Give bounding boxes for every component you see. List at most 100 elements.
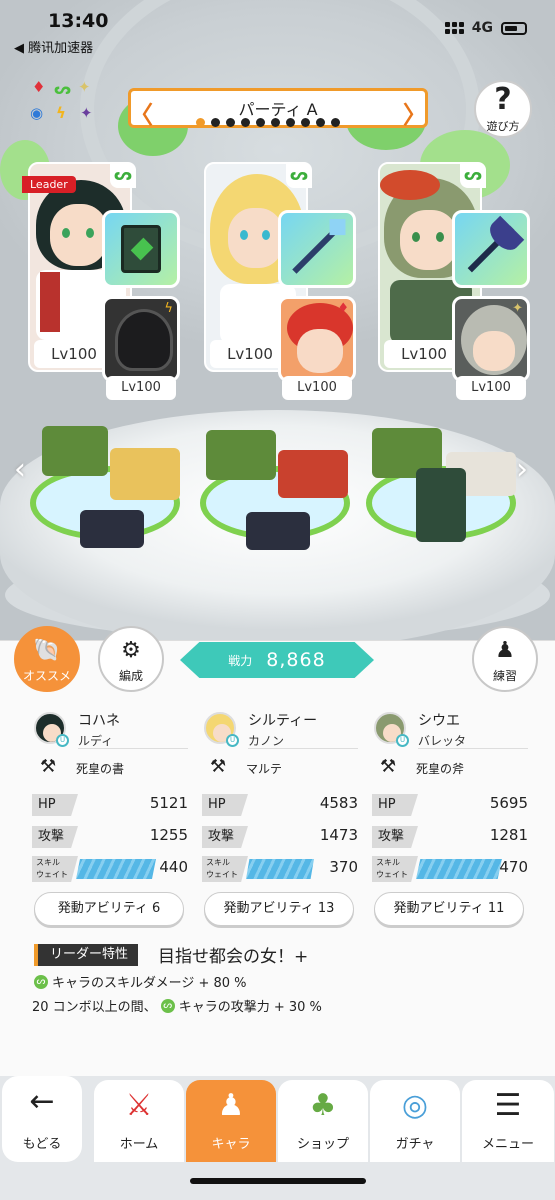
sub-character-portrait[interactable]: ϟ: [102, 296, 180, 382]
attack-label: 攻撃: [32, 826, 78, 848]
character-sprite-block: [110, 448, 180, 500]
member-column-2: U シルティー カノン ⚒ マルテ HP 4583 攻撃 1473 スキル ウェイト …: [202, 708, 370, 926]
nav-home[interactable]: ⚔ ホーム: [94, 1080, 184, 1162]
party-page-dots: [196, 118, 340, 127]
home-indicator: [190, 1178, 366, 1184]
help-label: 遊び方: [486, 120, 520, 133]
skill-wait-value: 470: [499, 858, 528, 876]
nav-character[interactable]: ♟ キャラ: [186, 1080, 276, 1162]
axe-weapon-icon[interactable]: [452, 210, 530, 288]
skill-wait-label: スキル ウェイト: [202, 856, 248, 882]
weapon-name: 死皇の斧: [416, 762, 465, 776]
unison-name: バレッタ: [418, 734, 467, 748]
party-page-dot[interactable]: [196, 118, 205, 127]
attack-value: 1281: [489, 826, 528, 844]
party-page-dot[interactable]: [316, 118, 325, 127]
character-sprite-block: [42, 426, 108, 476]
skill-wait-value: 440: [159, 858, 188, 876]
weapon-icon: ⚒: [40, 756, 57, 777]
character-card-1[interactable]: Leader ᔕ Lv100 ϟ Lv100: [22, 162, 180, 400]
nav-back[interactable]: ← もどる: [2, 1076, 82, 1162]
unison-badge: U: [56, 734, 69, 747]
attack-label: 攻撃: [372, 826, 418, 848]
party-title: パーティ A: [238, 100, 318, 119]
sub-character-portrait[interactable]: ✦: [452, 296, 530, 382]
ability-button[interactable]: 発動アビリティ 13: [204, 892, 354, 926]
recommend-label: オススメ: [22, 669, 71, 683]
wind-icon: ᔕ: [54, 80, 72, 98]
leader-skill-line-1: ᔕ キャラのスキルダメージ + 80 %: [34, 972, 247, 991]
skill-wait-bar: [246, 859, 314, 879]
hp-value: 5695: [489, 794, 528, 812]
ability-button[interactable]: 発動アビリティ 11: [374, 892, 524, 926]
weapon-sprite-block: [416, 468, 466, 542]
recommend-button[interactable]: 🐚 オススメ: [14, 626, 80, 692]
status-time: 13:40: [48, 10, 109, 32]
nav-menu[interactable]: ☰ メニュー: [462, 1080, 554, 1162]
party-page-dot[interactable]: [226, 118, 235, 127]
party-page-dot[interactable]: [301, 118, 310, 127]
character-name: シルティー: [248, 713, 318, 729]
water-icon: ◉: [30, 104, 44, 122]
home-icon: ⚔: [125, 1088, 153, 1123]
leader-badge: Leader: [22, 176, 76, 193]
power-display: 戦力 8,868: [180, 642, 374, 678]
weapon-icon: ⚒: [210, 756, 227, 777]
character-sprite-block: [206, 430, 276, 480]
spear-weapon-icon[interactable]: [278, 210, 356, 288]
character-card-2[interactable]: ᔕ Lv100 ♦ Lv100: [204, 162, 356, 400]
ability-button[interactable]: 発動アビリティ 6: [34, 892, 184, 926]
hp-value: 5121: [149, 794, 188, 812]
formation-icon: ⚙: [121, 638, 141, 663]
party-page-dot[interactable]: [241, 118, 250, 127]
wind-icon: ᔕ: [160, 998, 175, 1013]
party-page-dot[interactable]: [286, 118, 295, 127]
party-prev-icon[interactable]: 〈: [129, 95, 153, 130]
book-weapon-icon[interactable]: [102, 210, 180, 288]
character-card-3[interactable]: ᔕ Lv100 ✦ Lv100: [378, 162, 530, 400]
party-page-dot[interactable]: [256, 118, 265, 127]
skill-wait-label: スキル ウェイト: [372, 856, 418, 882]
party-next-icon[interactable]: 〉: [403, 95, 427, 130]
shop-icon: ♣: [309, 1088, 337, 1123]
menu-icon: ☰: [494, 1088, 522, 1123]
unison-badge: U: [396, 734, 409, 747]
sub-level: Lv100: [106, 376, 176, 400]
party-page-dot[interactable]: [271, 118, 280, 127]
practice-label: 練習: [492, 669, 517, 683]
leader-skill-line-2: 20 コンボ以上の間、 ᔕ キャラの攻撃力 + 30 %: [32, 998, 322, 1015]
unison-badge: U: [226, 734, 239, 747]
dark-icon: ✦: [80, 104, 93, 122]
formation-button[interactable]: ⚙ 編成: [98, 626, 164, 692]
help-button[interactable]: ? 遊び方: [474, 80, 532, 138]
skill-wait-label: スキル ウェイト: [32, 856, 78, 882]
party-page-dot[interactable]: [331, 118, 340, 127]
light-attribute-icon: ✦: [512, 301, 523, 316]
wind-attribute-icon: ᔕ: [110, 162, 136, 188]
unison-name: ルディ: [78, 734, 114, 748]
attack-value: 1255: [149, 826, 188, 844]
back-arrow-icon: ←: [29, 1084, 55, 1119]
thunder-icon: ϟ: [56, 104, 66, 122]
gacha-icon: ◎: [401, 1088, 429, 1123]
skill-wait-bar: [76, 859, 156, 879]
character-icon: ♟: [217, 1088, 245, 1123]
back-to-app-link[interactable]: ◀ 腾讯加速器: [14, 37, 93, 56]
party-page-dot[interactable]: [211, 118, 220, 127]
member-column-3: U シウエ バレッタ ⚒ 死皇の斧 HP 5695 攻撃 1281 スキル ウェイト …: [372, 708, 540, 926]
weapon-icon: ⚒: [380, 756, 397, 777]
nav-shop[interactable]: ♣ ショップ: [278, 1080, 368, 1162]
wind-icon: ᔕ: [34, 974, 48, 989]
sub-character-portrait[interactable]: ♦: [278, 296, 356, 382]
attack-label: 攻撃: [202, 826, 248, 848]
sub-level: Lv100: [456, 376, 526, 400]
hp-value: 4583: [319, 794, 358, 812]
scene-next-icon[interactable]: ›: [516, 452, 528, 487]
unison-name: カノン: [248, 734, 285, 748]
nav-gacha[interactable]: ◎ ガチャ: [370, 1080, 460, 1162]
fire-attribute-icon: ♦: [337, 301, 349, 316]
scene-prev-icon[interactable]: ‹: [14, 452, 26, 487]
signal-icon: [444, 22, 464, 34]
practice-button[interactable]: ♟ 練習: [472, 626, 538, 692]
weapon-name: 死皇の書: [76, 762, 125, 776]
